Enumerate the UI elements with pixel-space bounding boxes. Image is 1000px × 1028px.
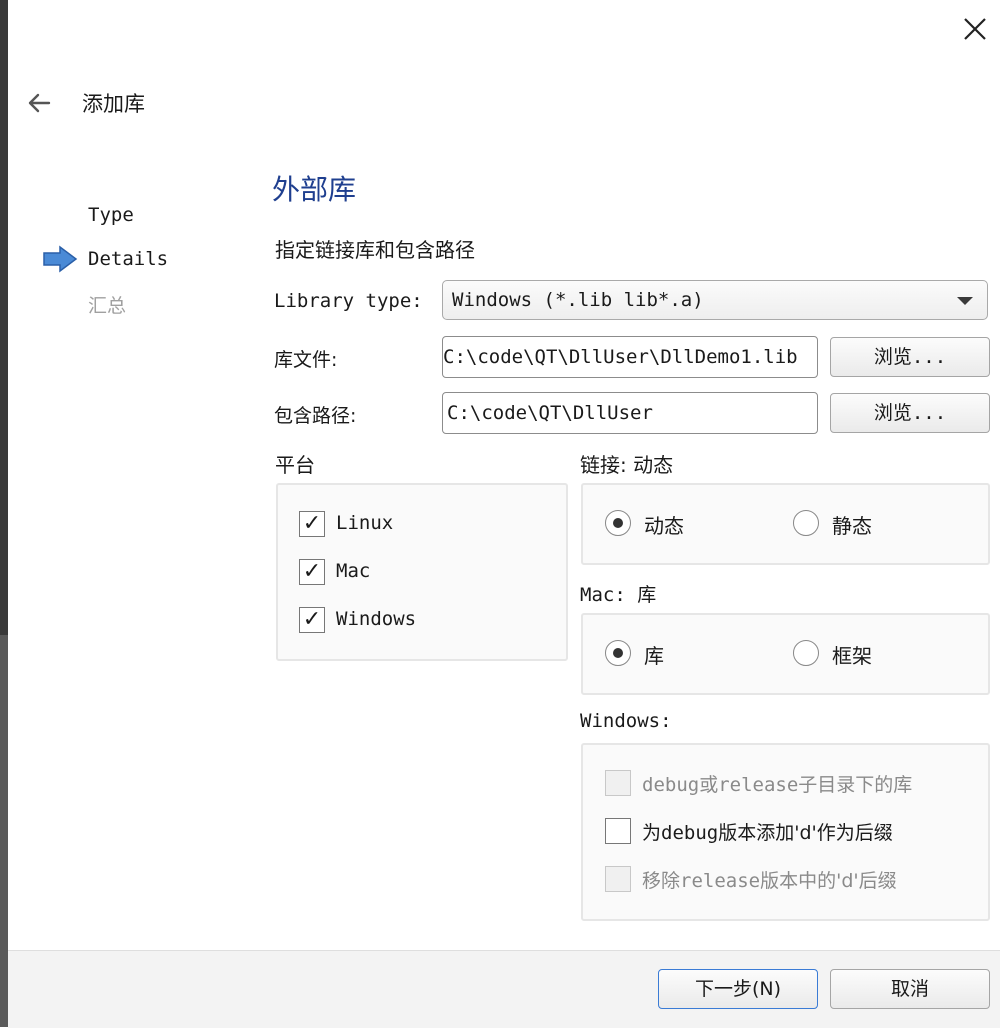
- page-subtitle: 指定链接库和包含路径: [275, 238, 475, 262]
- mac-group-title: Mac: 库: [580, 580, 656, 607]
- mac-group: [581, 613, 990, 695]
- windows-opt3-cn: 移除: [642, 870, 681, 892]
- linkage-group-title: 链接: 动态: [580, 453, 674, 477]
- windows-debug-release-subdir-label: debug或release子目录下的库: [642, 770, 912, 797]
- chevron-down-icon: [957, 297, 973, 305]
- linkage-static-label: 静态: [832, 514, 872, 538]
- platform-windows-label: Windows: [336, 608, 417, 630]
- next-button[interactable]: 下一步(N): [658, 969, 818, 1009]
- platform-mac-checkbox[interactable]: ✓: [299, 559, 325, 585]
- cancel-button[interactable]: 取消: [830, 969, 990, 1009]
- include-path-browse-label: 浏览...: [873, 402, 947, 424]
- library-type-select[interactable]: Windows (*.lib lib*.a): [442, 280, 988, 320]
- include-path-value: C:\code\QT\DllUser: [447, 402, 653, 424]
- windows-opt1-cn2: 子目录下的库: [798, 774, 913, 796]
- mac-framework-label: 框架: [832, 644, 872, 668]
- windows-opt3-mid: release: [680, 870, 761, 892]
- platform-linux-label: Linux: [336, 512, 394, 534]
- include-path-label: 包含路径:: [274, 405, 357, 427]
- dialog-title: 添加库: [82, 92, 145, 116]
- windows-opt3-cn2: 版本中的'd'后缀: [760, 870, 897, 892]
- windows-opt2-cn2: 版本添加'd'作为后缀: [718, 822, 893, 844]
- current-step-arrow-icon: [42, 245, 78, 273]
- library-file-value: C:\code\QT\DllUser\DllDemo1.lib: [443, 346, 798, 368]
- library-file-browse-button[interactable]: 浏览...: [830, 337, 990, 377]
- windows-debug-release-subdir-checkbox[interactable]: [605, 770, 631, 796]
- step-details: Details: [88, 248, 169, 270]
- platform-mac-label: Mac: [336, 560, 371, 582]
- windows-opt1-mid: release: [718, 774, 799, 796]
- library-type-label: Library type:: [274, 290, 423, 312]
- back-arrow-icon[interactable]: [24, 88, 54, 118]
- mac-library-label: 库: [644, 644, 664, 668]
- step-type: Type: [88, 204, 134, 226]
- check-icon: ✓: [302, 511, 322, 536]
- linkage-static-radio[interactable]: [793, 510, 819, 536]
- include-path-browse-button[interactable]: 浏览...: [830, 393, 990, 433]
- close-icon[interactable]: [958, 12, 992, 46]
- windows-debug-suffix-checkbox[interactable]: [605, 818, 631, 844]
- windows-remove-d-suffix-label: 移除release版本中的'd'后缀: [642, 866, 897, 893]
- library-file-label: 库文件:: [274, 349, 338, 371]
- platform-linux-checkbox[interactable]: ✓: [299, 511, 325, 537]
- windows-group-title: Windows:: [580, 710, 672, 732]
- linkage-group: [581, 483, 990, 565]
- mac-group-title-text: Mac: 库: [580, 584, 657, 606]
- windows-remove-d-suffix-checkbox[interactable]: [605, 866, 631, 892]
- linkage-dynamic-label: 动态: [644, 514, 684, 538]
- check-icon: ✓: [302, 559, 322, 584]
- library-file-browse-label: 浏览...: [873, 346, 947, 368]
- cancel-button-label: 取消: [890, 978, 929, 1000]
- library-type-value: Windows (*.lib lib*.a): [452, 289, 704, 311]
- windows-opt1-pre: debug: [642, 774, 700, 796]
- platform-windows-checkbox[interactable]: ✓: [299, 607, 325, 633]
- windows-opt2-mid: debug: [661, 822, 719, 844]
- mac-framework-radio[interactable]: [793, 640, 819, 666]
- step-summary: 汇总: [88, 295, 127, 317]
- windows-opt1-cn: 或: [699, 774, 719, 796]
- next-button-label: 下一步(N): [694, 978, 782, 1000]
- mac-library-radio[interactable]: [605, 640, 631, 666]
- windows-debug-suffix-label: 为debug版本添加'd'作为后缀: [642, 818, 893, 845]
- library-file-input[interactable]: C:\code\QT\DllUser\DllDemo1.lib: [442, 336, 818, 378]
- linkage-dynamic-radio[interactable]: [605, 510, 631, 536]
- platform-group-title: 平台: [275, 453, 315, 477]
- page-title: 外部库: [272, 173, 357, 206]
- left-window-edge-lower: [0, 635, 8, 1027]
- check-icon: ✓: [302, 607, 322, 632]
- windows-opt2-cn: 为: [642, 822, 662, 844]
- include-path-input[interactable]: C:\code\QT\DllUser: [442, 392, 818, 434]
